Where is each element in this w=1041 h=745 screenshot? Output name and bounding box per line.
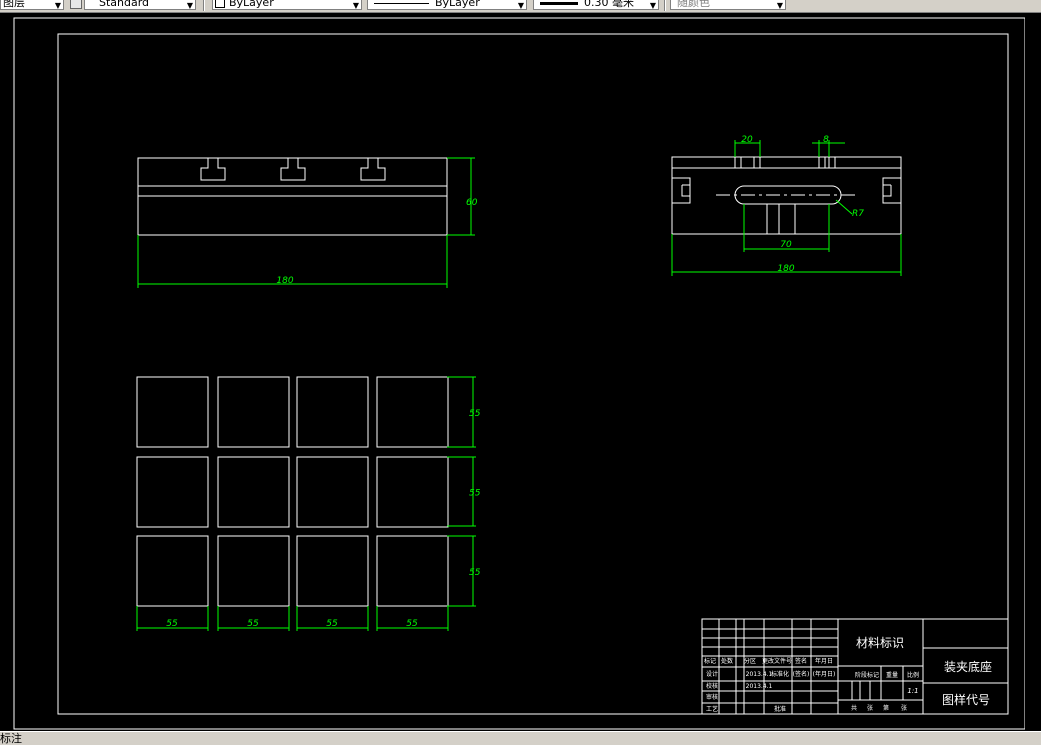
chevron-down-icon: ▼ <box>649 1 656 10</box>
material-label: 材料标识 <box>856 636 904 650</box>
plotstyle-dropdown[interactable]: 随颜色 ▼ <box>670 0 786 10</box>
tb-sheet-2: 第 <box>883 704 889 712</box>
properties-toolbar: 图层 ▼ Standard ▼ ByLayer ▼ ByLayer ▼ 0.30 毫米 ▼… <box>0 0 1041 13</box>
part-name: 装夹底座 <box>944 659 992 674</box>
dimensions <box>136 140 902 631</box>
pocket-0-2 <box>296 376 369 448</box>
top-row-dim-0: 55 <box>469 409 481 419</box>
side-dim-width: 180 <box>777 264 794 274</box>
weight-label: 重量 <box>886 671 898 679</box>
vertical-scrollbar-area <box>1025 13 1041 731</box>
side-dim-top-right: 8 <box>823 135 829 145</box>
text-style-icon[interactable] <box>70 0 82 9</box>
color-swatch-icon <box>215 0 225 8</box>
layer-dropdown[interactable]: 图层 ▼ <box>0 0 64 10</box>
drawing-code: 图样代号 <box>942 692 990 707</box>
linetype-dropdown[interactable]: ByLayer ▼ <box>367 0 527 10</box>
dimension-labels: 60 180 20 8 R7 70 180 55 55 55 55 55 55 55 <box>166 135 864 629</box>
top-row-dim-1: 55 <box>469 489 481 499</box>
command-line[interactable]: 标注 <box>0 731 1041 745</box>
tb-approver-0: 审核 <box>706 693 718 701</box>
drawing-sheet: 60 180 20 8 R7 70 180 55 55 55 55 55 55 55 材料标… <box>13 17 1026 730</box>
tb-header-5: 年月日 <box>815 657 833 665</box>
toolbar-separator <box>203 0 205 11</box>
pocket-1-1 <box>217 456 290 528</box>
chevron-down-icon: ▼ <box>352 1 359 10</box>
tb-designer-3: (签名) <box>793 670 810 678</box>
side-dim-radius: R7 <box>852 209 864 219</box>
linetype-sample-icon <box>374 2 429 4</box>
tb-process-1: 批准 <box>774 705 786 713</box>
text-style-dropdown[interactable]: Standard ▼ <box>84 0 196 10</box>
chevron-down-icon: ▼ <box>186 1 193 10</box>
tb-header-0: 标记 <box>704 657 716 665</box>
tb-process-0: 工艺 <box>706 705 718 713</box>
lineweight-sample-icon <box>540 1 578 5</box>
lineweight-value: 0.30 毫米 <box>584 0 634 9</box>
pocket-0-1 <box>217 376 290 448</box>
color-value: ByLayer <box>229 0 274 9</box>
chevron-down-icon: ▼ <box>776 1 783 10</box>
top-col-dim-0: 55 <box>166 619 178 629</box>
side-dim-top-left: 20 <box>741 135 753 145</box>
tb-designer-0: 设计 <box>706 670 718 678</box>
tb-header-1: 处数 <box>721 657 733 665</box>
text-style-value: Standard <box>99 0 150 9</box>
stage-label: 阶段标记 <box>855 671 879 679</box>
tb-designer-4: (年月日) <box>813 670 836 678</box>
chevron-down-icon: ▼ <box>54 1 61 10</box>
tb-checker-0: 校核 <box>706 682 718 690</box>
pocket-1-0 <box>136 456 209 528</box>
front-width-dim: 180 <box>276 276 293 286</box>
lineweight-dropdown[interactable]: 0.30 毫米 ▼ <box>533 0 659 10</box>
sheet-inner-frame <box>57 33 1009 715</box>
pocket-2-3 <box>376 535 449 607</box>
scale-label: 比例 <box>907 671 919 679</box>
tb-designer-1: 2013.4.1 <box>746 671 773 678</box>
tb-designer-2: 标准化 <box>771 670 789 678</box>
toolbar-separator <box>664 0 666 11</box>
tb-checker-1: 2013.4.1 <box>746 683 773 690</box>
top-view <box>136 376 449 607</box>
plotstyle-value: 随颜色 <box>677 0 710 9</box>
linetype-value: ByLayer <box>435 0 480 9</box>
drawing-canvas[interactable]: 60 180 20 8 R7 70 180 55 55 55 55 55 55 55 材料标… <box>0 13 1041 731</box>
pocket-1-3 <box>376 456 449 528</box>
tb-header-4: 签名 <box>795 657 807 665</box>
tb-sheet-1: 张 <box>867 704 873 712</box>
color-dropdown[interactable]: ByLayer ▼ <box>212 0 362 10</box>
chevron-down-icon: ▼ <box>517 1 524 10</box>
side-view <box>671 156 902 235</box>
front-view <box>137 157 448 236</box>
pocket-2-0 <box>136 535 209 607</box>
top-col-dim-1: 55 <box>247 619 259 629</box>
top-col-dim-3: 55 <box>406 619 418 629</box>
front-height-dim: 60 <box>466 198 478 208</box>
tb-sheet-3: 张 <box>901 704 907 712</box>
pocket-1-2 <box>296 456 369 528</box>
pocket-0-0 <box>136 376 209 448</box>
tb-sheet-0: 共 <box>851 704 857 712</box>
tb-header-2: 分区 <box>744 657 756 665</box>
side-dim-slot: 70 <box>780 240 792 250</box>
scale-value: 1:1 <box>907 687 918 695</box>
command-prompt-text: 标注 <box>0 732 22 745</box>
top-row-dim-2: 55 <box>469 568 481 578</box>
pocket-2-1 <box>217 535 290 607</box>
layer-dropdown-value: 图层 <box>3 0 25 9</box>
pocket-0-3 <box>376 376 449 448</box>
pocket-2-2 <box>296 535 369 607</box>
tb-header-3: 更改文件号 <box>762 657 792 665</box>
top-col-dim-2: 55 <box>326 619 338 629</box>
